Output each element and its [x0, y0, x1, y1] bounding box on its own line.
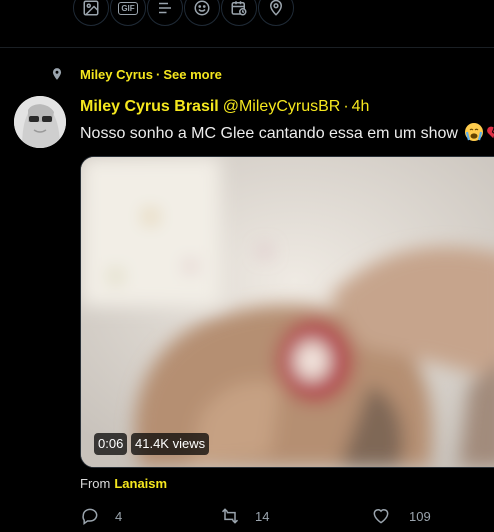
retweet-button[interactable]: 14	[220, 506, 269, 526]
reply-icon	[82, 508, 98, 525]
tweet-actions: 4 14 109	[80, 506, 494, 530]
reply-button[interactable]: 4	[80, 506, 122, 526]
avatar[interactable]	[14, 96, 66, 148]
see-more-link[interactable]: See more	[163, 67, 222, 82]
author-name[interactable]: Miley Cyrus Brasil	[80, 98, 219, 116]
video-player[interactable]	[80, 156, 494, 468]
broken-heart-icon	[487, 126, 494, 140]
gif-icon[interactable]: GIF	[110, 0, 146, 26]
gif-label: GIF	[118, 1, 138, 15]
context-author[interactable]: Miley Cyrus	[80, 67, 153, 82]
retweet-icon	[221, 508, 239, 524]
from-source-link[interactable]: Lanaism	[114, 476, 167, 491]
retweet-count: 14	[255, 508, 270, 524]
composer-toolbar: GIF	[73, 0, 294, 28]
video-thumbnail	[81, 157, 494, 467]
emoji-icon[interactable]	[184, 0, 220, 26]
media-attribution: From Lanaism	[80, 476, 167, 491]
video-views: 41.4K views	[131, 433, 210, 455]
like-button[interactable]: 109	[371, 506, 431, 526]
from-label: From	[80, 476, 111, 491]
author-handle[interactable]: @MileyCyrusBR	[223, 98, 341, 116]
reply-count: 4	[115, 508, 123, 524]
header-separator: ·	[343, 98, 349, 115]
divider	[0, 47, 494, 48]
schedule-icon[interactable]	[221, 0, 257, 26]
video-duration: 0:06	[94, 433, 128, 455]
poll-icon[interactable]	[147, 0, 183, 26]
context-separator: ·	[155, 66, 161, 82]
social-context: Miley Cyrus · See more	[50, 65, 222, 83]
tweet-timestamp[interactable]: 4h	[352, 98, 370, 116]
image-icon[interactable]	[73, 0, 109, 26]
location-icon[interactable]	[258, 0, 294, 26]
crying-face-icon	[464, 123, 483, 141]
like-count: 109	[409, 508, 431, 524]
tweet-text: Nosso sonho a MC Glee cantando essa em u…	[80, 122, 494, 143]
tweet-text-content: Nosso sonho a MC Glee cantando essa em u…	[80, 125, 458, 142]
heart-icon	[373, 509, 389, 524]
location-pin-icon	[52, 68, 62, 80]
tweet-header: Miley Cyrus Brasil @MileyCyrusBR · 4h	[80, 96, 369, 118]
